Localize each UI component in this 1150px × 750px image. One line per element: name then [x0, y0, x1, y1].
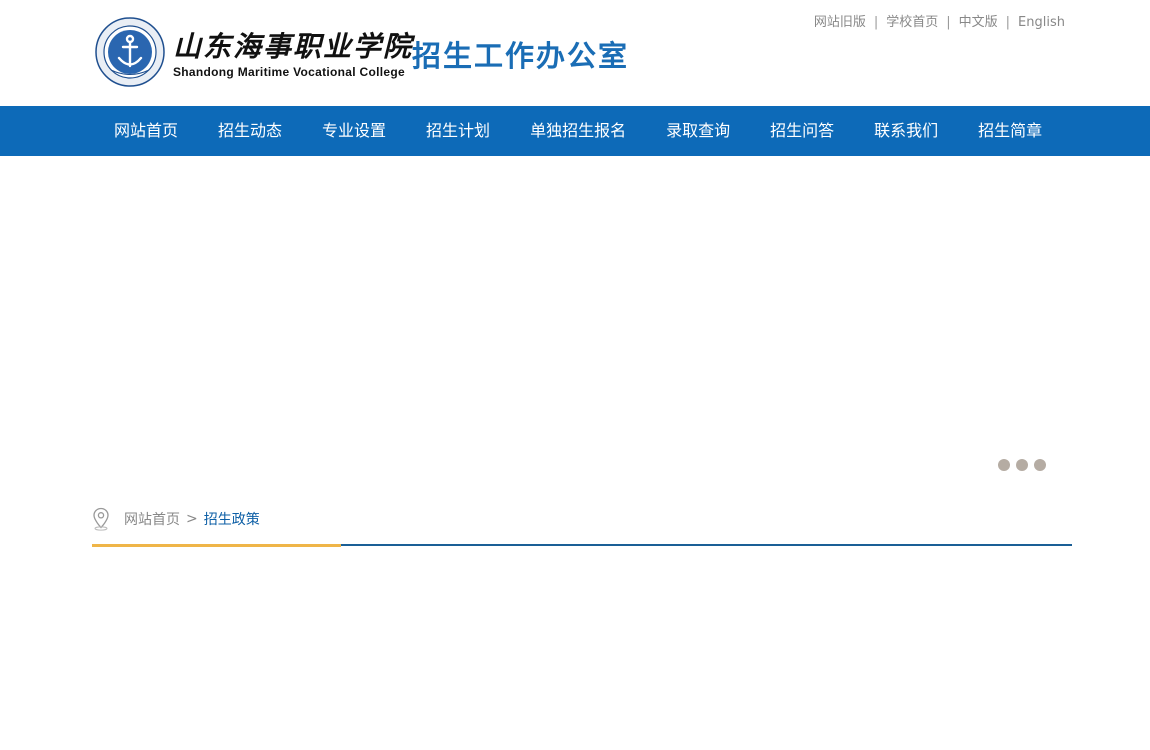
main-nav: 网站首页 招生动态 专业设置 招生计划 单独招生报名 录取查询 招生问答 联系我… [0, 106, 1150, 156]
top-link-separator: | [1005, 15, 1011, 30]
slider-dot[interactable] [1034, 459, 1046, 471]
breadcrumb-current: 招生政策 [203, 512, 260, 528]
college-name-en: Shandong Maritime Vocational College [173, 65, 405, 79]
nav-item-majors[interactable]: 专业设置 [302, 106, 406, 156]
top-links: 网站旧版 | 学校首页 | 中文版 | English [814, 11, 1065, 30]
site-logo[interactable]: 山东海事职业学院 Shandong Maritime Vocational Co… [95, 15, 655, 89]
old-site-link[interactable]: 网站旧版 [814, 15, 866, 30]
nav-item-faq[interactable]: 招生问答 [750, 106, 854, 156]
chinese-version-link[interactable]: 中文版 [959, 15, 998, 30]
slider-dot[interactable] [998, 459, 1010, 471]
office-title: 招生工作办公室 [412, 39, 630, 73]
top-link-separator: | [873, 15, 879, 30]
nav-item-home[interactable]: 网站首页 [94, 106, 198, 156]
section-divider-accent [92, 544, 341, 547]
nav-item-admission-plan[interactable]: 招生计划 [406, 106, 510, 156]
slider-dot[interactable] [1016, 459, 1028, 471]
breadcrumb-home-link[interactable]: 网站首页 [124, 509, 180, 529]
nav-item-brochure[interactable]: 招生简章 [958, 106, 1062, 156]
nav-item-independent-enrollment[interactable]: 单独招生报名 [510, 106, 646, 156]
site-header: 山东海事职业学院 Shandong Maritime Vocational Co… [0, 0, 1150, 106]
school-home-link[interactable]: 学校首页 [886, 15, 938, 30]
breadcrumb-separator: > [186, 511, 198, 527]
banner-slider [0, 156, 1150, 486]
top-link-separator: | [946, 15, 951, 30]
nav-item-contact[interactable]: 联系我们 [854, 106, 958, 156]
location-pin-icon [93, 507, 109, 531]
nav-item-admission-news[interactable]: 招生动态 [198, 106, 302, 156]
breadcrumb: 网站首页 > 招生政策 [92, 507, 260, 531]
college-name-cn: 山东海事职业学院 [173, 30, 414, 63]
english-version-link[interactable]: English [1018, 15, 1065, 30]
anchor-seal-icon [95, 17, 165, 87]
slider-pagination [998, 459, 1046, 471]
nav-item-admission-query[interactable]: 录取查询 [646, 106, 750, 156]
